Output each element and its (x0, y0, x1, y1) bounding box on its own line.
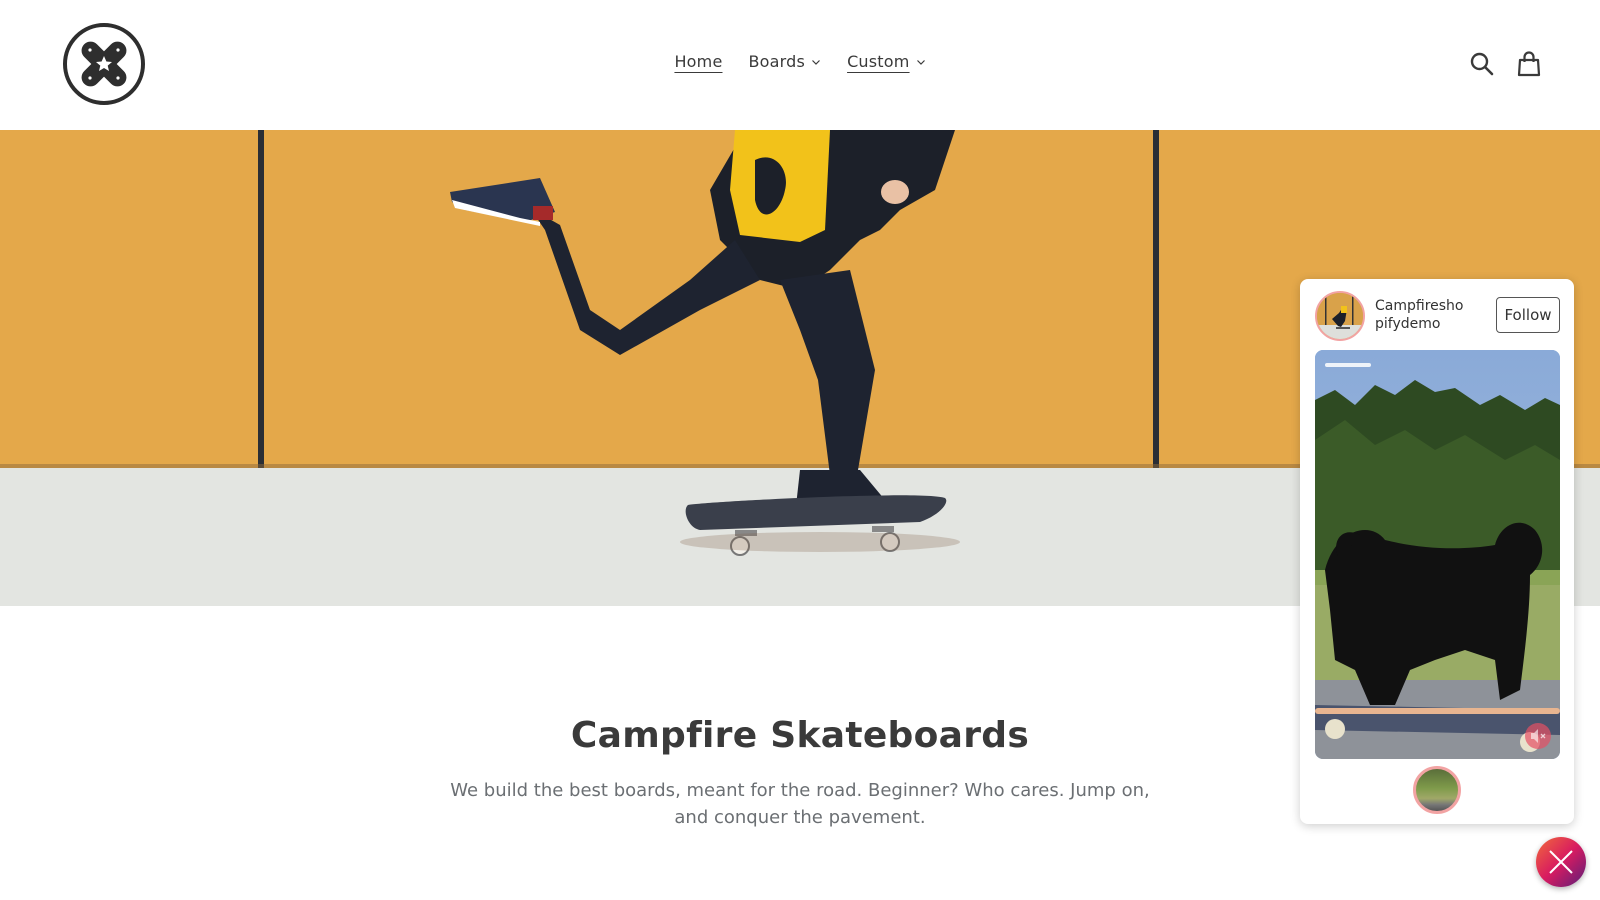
main-nav: Home Boards Custom (0, 52, 1600, 71)
account-name-line2: pifydemo (1375, 316, 1441, 332)
story-thumbnail[interactable] (1413, 766, 1461, 814)
search-icon (1470, 52, 1494, 76)
nav-boards[interactable]: Boards (749, 52, 822, 71)
cart-button[interactable] (1515, 50, 1543, 78)
search-button[interactable] (1468, 50, 1496, 78)
social-video-widget: Campfiresho pifydemo Follow (1300, 279, 1574, 824)
nav-home-label: Home (674, 52, 723, 71)
video-frame (1315, 350, 1560, 759)
intro-text: We build the best boards, meant for the … (450, 780, 1150, 828)
chevron-down-icon (812, 59, 820, 65)
nav-home[interactable]: Home (674, 52, 722, 71)
speaker-muted-icon (1531, 729, 1546, 743)
mute-toggle[interactable] (1525, 723, 1551, 749)
account-name[interactable]: Campfiresho pifydemo (1375, 297, 1485, 333)
nav-boards-label: Boards (748, 52, 806, 71)
account-avatar[interactable] (1315, 291, 1365, 341)
site-header: Home Boards Custom (0, 0, 1600, 130)
follow-button[interactable]: Follow (1496, 297, 1560, 333)
story-progress-bar (1325, 363, 1371, 367)
close-widget-button[interactable] (1536, 837, 1586, 887)
video-player[interactable] (1315, 350, 1560, 759)
cart-icon (1517, 51, 1541, 77)
account-name-line1: Campfiresho (1375, 298, 1464, 314)
close-icon (1549, 850, 1573, 874)
chevron-down-icon (916, 59, 925, 65)
avatar-image (1317, 293, 1363, 339)
nav-custom[interactable]: Custom (847, 52, 926, 71)
nav-custom-label: Custom (847, 52, 910, 71)
